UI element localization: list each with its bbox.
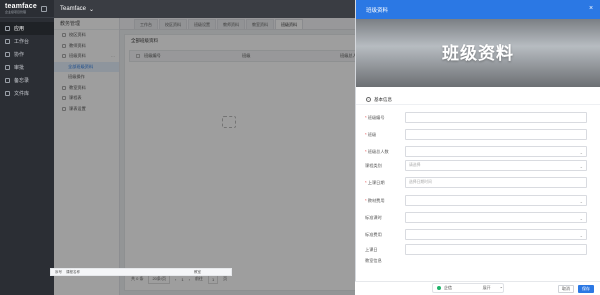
chevron-up-icon: ⌃: [499, 285, 503, 291]
field-label: * 上课日期: [365, 179, 385, 185]
chevron-down-icon: ⌄: [579, 199, 583, 204]
chat-widget[interactable]: 企信 展开 ⌃: [432, 283, 504, 293]
field-label: * 教材费用: [365, 197, 385, 203]
form-row: 标准课时 ⌄: [365, 212, 587, 223]
nav-approve[interactable]: 审批: [0, 61, 54, 74]
field-label: * 班级总人数: [365, 148, 389, 154]
field-placeholder: 请选择: [409, 163, 421, 167]
apps-icon: [5, 26, 10, 31]
field-placeholder: 选择日期时间: [409, 180, 432, 184]
subtable-label: 教室信息: [365, 258, 382, 263]
chevron-down-icon: ⌄: [579, 233, 583, 238]
field-label: 标准费用: [365, 231, 382, 237]
field-label: * 班级: [365, 131, 377, 137]
field-select[interactable]: 请选择 ⌄: [405, 160, 587, 171]
chevron-down-icon: ⌄: [89, 6, 95, 13]
field-select[interactable]: ⌄: [405, 212, 587, 223]
form-row: * 上课日期 选择日期时间: [365, 177, 587, 188]
subtable-header: 序号 课程名称 教室: [50, 268, 232, 276]
field-label: * 班级编号: [365, 114, 385, 120]
files-icon: [5, 91, 10, 96]
form-row: * 教材费用 ⌄: [365, 195, 587, 206]
form-row: 标准费用 ⌄: [365, 229, 587, 240]
chevron-down-icon: ⌄: [579, 216, 583, 221]
field-select[interactable]: ⌄: [405, 229, 587, 240]
logo-subtext: 企业级项目管理: [5, 10, 27, 14]
drawer-header: 班级资料 ×: [356, 0, 600, 19]
approve-icon: [5, 65, 10, 70]
collapse-circle-icon: −: [366, 97, 371, 102]
nav-desk[interactable]: 工作台: [0, 35, 54, 48]
field-select[interactable]: ⌄: [405, 146, 587, 157]
form-row: * 班级编号: [365, 112, 587, 123]
form-row: * 班级: [365, 129, 587, 140]
chat-name: 企信: [444, 285, 452, 290]
modal-overlay[interactable]: [54, 18, 355, 295]
banner-title: 班级资料: [442, 44, 514, 64]
memo-icon: [5, 78, 10, 83]
desk-icon: [5, 39, 10, 44]
nav-files[interactable]: 文件库: [0, 87, 54, 100]
collab-icon: [5, 52, 10, 57]
field-select[interactable]: ⌄: [405, 195, 587, 206]
field-input[interactable]: [405, 129, 587, 140]
field-input[interactable]: [405, 112, 587, 123]
close-icon[interactable]: ×: [587, 5, 595, 13]
nav-collab[interactable]: 协作: [0, 48, 54, 61]
form-row: * 班级总人数 ⌄: [365, 146, 587, 157]
chevron-down-icon: ⌄: [579, 150, 583, 155]
nav-apps[interactable]: 应用: [0, 22, 54, 35]
field-input[interactable]: [405, 244, 587, 255]
collapse-icon[interactable]: [40, 5, 47, 12]
form-row: 课程类别 请选择 ⌄: [365, 160, 587, 171]
logo-text: teamface: [5, 3, 37, 10]
workspace-switcher[interactable]: Teamface ⌄: [60, 6, 94, 13]
field-label: 标准课时: [365, 214, 382, 220]
section-header[interactable]: − 基本信息: [356, 95, 600, 105]
chevron-down-icon: ⌄: [579, 164, 583, 169]
online-dot-icon: [437, 286, 441, 290]
form-row: 上课日: [365, 244, 587, 255]
banner-image: 班级资料: [356, 19, 600, 87]
field-label: 上课日: [365, 246, 378, 252]
app-sidebar: teamface 企业级项目管理 应用 工作台 协作 审批 备忘录 文件库: [0, 0, 54, 295]
app-logo: teamface 企业级项目管理: [0, 0, 54, 18]
nav-memo[interactable]: 备忘录: [0, 74, 54, 87]
field-input[interactable]: 选择日期时间: [405, 177, 587, 188]
field-label: 课程类别: [365, 162, 382, 168]
chat-status: 展开: [482, 285, 491, 290]
drawer-title: 班级资料: [366, 7, 389, 14]
